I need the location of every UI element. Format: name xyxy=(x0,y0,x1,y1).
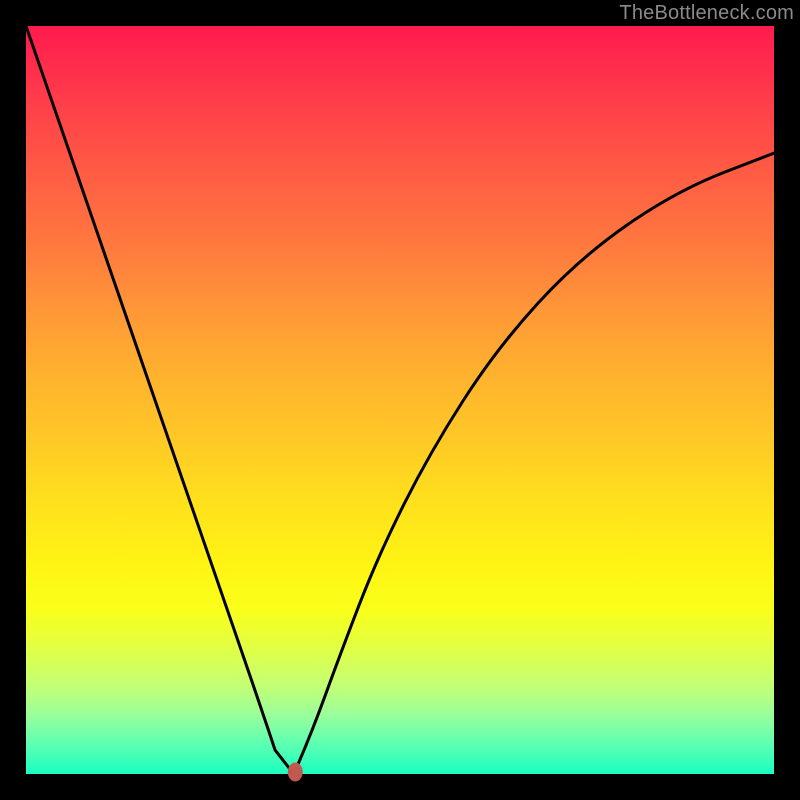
chart-frame: TheBottleneck.com xyxy=(0,0,800,800)
plot-area xyxy=(26,26,774,774)
chart-svg xyxy=(26,26,774,774)
watermark-text: TheBottleneck.com xyxy=(619,2,794,25)
curve-path xyxy=(26,26,774,774)
optimum-marker xyxy=(288,763,302,781)
